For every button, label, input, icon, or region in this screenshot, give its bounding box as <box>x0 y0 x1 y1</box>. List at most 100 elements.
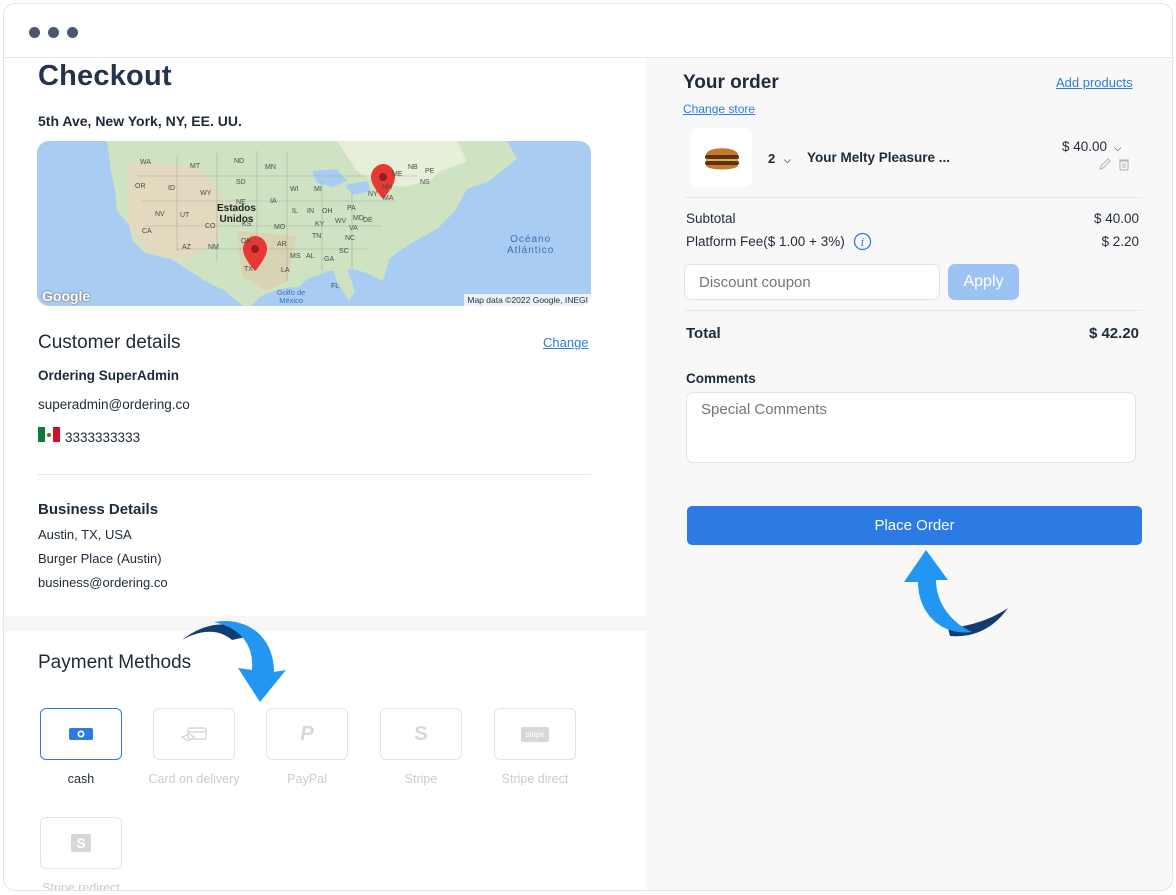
payment-method-stripe-redirect[interactable]: S <box>40 817 122 869</box>
quantity-value: 2 <box>768 151 776 166</box>
place-order-button[interactable]: Place Order <box>687 506 1142 545</box>
payment-method-card-on-delivery[interactable] <box>153 708 235 760</box>
business-name: Burger Place (Austin) <box>38 551 162 566</box>
window-titlebar <box>4 4 1172 58</box>
add-products-link[interactable]: Add products <box>1056 75 1133 90</box>
subtotal-label: Subtotal <box>686 211 736 226</box>
map-state-label: AZ <box>182 244 191 251</box>
map-state-label: FL <box>331 283 340 290</box>
window-dot-icon[interactable] <box>48 27 59 38</box>
stripe-direct-icon: stripe <box>521 726 549 742</box>
platform-fee-value: $ 2.20 <box>1101 234 1139 249</box>
edit-pencil-icon[interactable] <box>1098 157 1112 171</box>
map-state-label: LA <box>281 267 290 274</box>
apply-coupon-button[interactable]: Apply <box>948 264 1019 300</box>
info-icon[interactable]: i <box>853 232 872 251</box>
total-label: Total <box>686 325 721 342</box>
map-state-label: NC <box>345 235 356 242</box>
product-price-value: $ 40.00 <box>1062 139 1108 154</box>
stripe-redirect-icon: S <box>71 834 91 852</box>
map-state-label: NH <box>382 184 393 191</box>
map-state-label: NV <box>155 211 165 218</box>
comments-label: Comments <box>686 371 756 386</box>
map-state-label: UT <box>180 212 190 219</box>
map-state-label: ND <box>234 158 245 165</box>
payment-method-paypal[interactable]: P <box>266 708 348 760</box>
customer-phone: 3333333333 <box>65 430 141 445</box>
map-attribution[interactable]: Map data ©2022 Google, INEGI <box>464 294 591 306</box>
map-state-label: MO <box>274 224 286 231</box>
map-state-label: IL <box>292 208 298 215</box>
business-email: business@ordering.co <box>38 575 168 590</box>
your-order-title: Your order <box>683 72 779 93</box>
window-dot-icon[interactable] <box>29 27 40 38</box>
map-state-label: SC <box>339 248 349 255</box>
payment-method-stripe[interactable]: S <box>380 708 462 760</box>
map-state-label: MT <box>190 163 201 170</box>
product-image <box>691 128 752 187</box>
order-divider <box>685 310 1142 311</box>
discount-coupon-input[interactable] <box>684 264 940 300</box>
map-state-label: IA <box>270 198 277 205</box>
section-divider <box>38 474 591 475</box>
product-name: Your Melty Pleasure ... <box>807 150 951 165</box>
quantity-select[interactable]: 2 ⌵ <box>768 151 791 166</box>
map-state-labels: WA MT ND MN OR ID SD WY WI MI NE IA NV UT IL IN OH PA CO KS… <box>37 141 591 306</box>
platform-fee-label: Platform Fee($ 1.00 + 3%) <box>686 234 845 249</box>
order-summary-column: Your order Add products Change store 2 ⌵… <box>646 58 1172 890</box>
map-state-label: MS <box>290 253 301 260</box>
map-state-label: OR <box>135 183 146 190</box>
section-separator-band <box>4 616 646 631</box>
map-state-label: PE <box>425 168 435 175</box>
chevron-down-icon: ⌵ <box>783 155 791 165</box>
payment-label-stripe-redirect: Stripe redirect <box>42 881 120 891</box>
map-state-label: DE <box>363 217 373 224</box>
change-store-link[interactable]: Change store <box>683 102 755 116</box>
payment-method-cash[interactable] <box>40 708 122 760</box>
map-state-label: CA <box>142 228 152 235</box>
trash-icon[interactable] <box>1117 157 1131 171</box>
total-value: $ 42.20 <box>1088 325 1139 342</box>
cash-icon <box>69 728 93 740</box>
map-state-label: WI <box>290 186 299 193</box>
map-state-label: WA <box>140 159 152 166</box>
map-state-label: OH <box>322 208 333 215</box>
map-state-label: NY <box>368 191 378 198</box>
business-location: Austin, TX, USA <box>38 527 132 542</box>
map-state-label: WY <box>200 190 212 197</box>
delivery-map[interactable]: WA MT ND MN OR ID SD WY WI MI NE IA NV UT IL IN OH PA CO KS… <box>37 141 591 306</box>
map-state-label: TX <box>244 266 253 273</box>
map-state-label: MN <box>265 164 276 171</box>
map-gulf-label: Golfo de México <box>277 288 306 305</box>
payment-label-stripe: Stripe <box>404 772 438 786</box>
map-state-label: IN <box>307 208 314 215</box>
customer-details-title: Customer details <box>38 332 181 353</box>
map-state-label: MA <box>383 195 394 202</box>
change-customer-link[interactable]: Change <box>543 335 589 350</box>
map-state-label: AR <box>277 241 287 248</box>
mexico-flag-icon <box>38 427 60 442</box>
customer-email: superadmin@ordering.co <box>38 397 190 412</box>
comments-textarea[interactable] <box>686 392 1136 463</box>
map-state-label: NS <box>420 179 430 186</box>
map-ocean-label: Océano Atlántico <box>507 234 555 256</box>
chevron-down-icon: ⌵ <box>1113 143 1122 154</box>
subtotal-value: $ 40.00 <box>1093 211 1139 226</box>
map-state-label: ID <box>168 185 175 192</box>
map-state-label: ME <box>392 171 403 178</box>
google-logo: Google <box>42 288 91 304</box>
page-title: Checkout <box>38 60 172 92</box>
business-details-title: Business Details <box>38 501 159 518</box>
window-dot-icon[interactable] <box>67 27 78 38</box>
map-state-label: OK <box>241 238 252 245</box>
payment-method-stripe-direct[interactable]: stripe <box>494 708 576 760</box>
product-price[interactable]: $ 40.00 ⌵ <box>1062 139 1121 154</box>
map-state-label: MI <box>314 186 322 193</box>
payment-label-card-on-delivery: Card on delivery <box>148 772 240 786</box>
paypal-icon: P <box>300 722 314 745</box>
map-state-label: AL <box>306 253 315 260</box>
map-state-label: NM <box>208 244 219 251</box>
map-state-label: GA <box>324 256 335 263</box>
annotation-arrow-down-icon <box>182 620 286 702</box>
map-country-label: Estados Unidos <box>217 203 256 225</box>
